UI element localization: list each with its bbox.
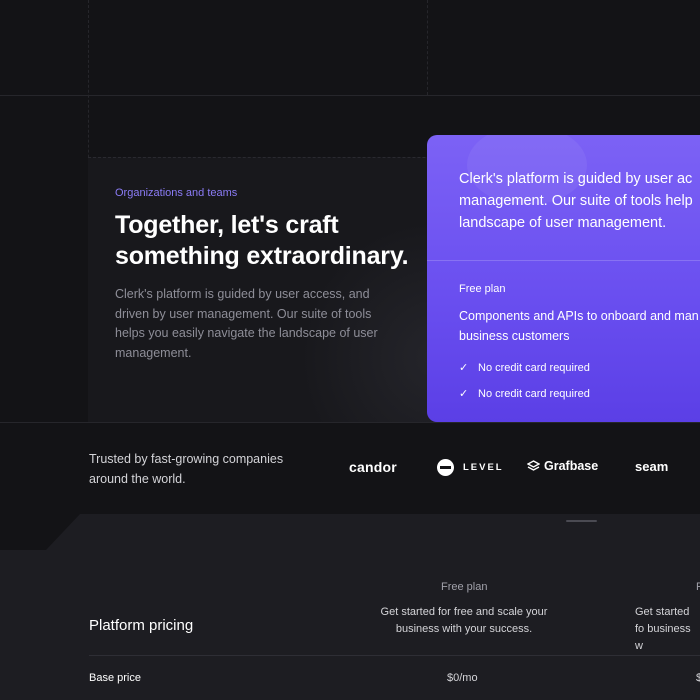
level-logo: LEVEL bbox=[437, 459, 504, 476]
grid-line bbox=[0, 422, 700, 423]
feature-card-description-line: business customers bbox=[459, 329, 570, 343]
feature-card-plan-label: Free plan bbox=[459, 283, 506, 295]
pricing-row-value: $0/mo bbox=[447, 672, 478, 684]
pricing-row-label: Base price bbox=[89, 672, 141, 684]
feature-card-quote: Clerk's platform is guided by user ac ma… bbox=[459, 168, 700, 234]
feature-check-label: No credit card required bbox=[478, 361, 590, 374]
level-logo-text: LEVEL bbox=[463, 462, 504, 473]
feature-card-quote-line: Clerk's platform is guided by user ac bbox=[459, 171, 693, 187]
grafbase-mark-icon bbox=[527, 459, 540, 471]
seam-logo: seam bbox=[635, 459, 669, 474]
grid-line bbox=[0, 95, 700, 96]
pricing-column-description: Get started fo business w bbox=[635, 606, 691, 652]
feature-card-quote-line: landscape of user management. bbox=[459, 215, 667, 231]
level-mark-icon bbox=[437, 459, 454, 476]
feature-card-description-line: Components and APIs to onboard and man bbox=[459, 309, 699, 323]
grafbase-logo: Grafbase bbox=[527, 459, 598, 473]
feature-check-item: ✓ No credit card required bbox=[459, 387, 590, 401]
pricing-column-heading: P bbox=[696, 581, 700, 593]
grid-line bbox=[427, 0, 428, 95]
feature-card-description: Components and APIs to onboard and man b… bbox=[459, 306, 700, 346]
section-eyebrow: Organizations and teams bbox=[115, 187, 238, 199]
feature-card-quote-line: management. Our suite of tools help bbox=[459, 193, 693, 209]
grafbase-logo-text: Grafbase bbox=[544, 459, 599, 473]
feature-check-item: ✓ No credit card required bbox=[459, 361, 590, 375]
pricing-column-description: Get started for free and scale your busi… bbox=[380, 606, 548, 635]
pricing-title: Platform pricing bbox=[89, 617, 194, 634]
trusted-by-text: Trusted by fast-growing companies around… bbox=[89, 452, 284, 486]
pricing-row-value: $ bbox=[696, 672, 700, 684]
pricing-column-heading: Free plan bbox=[441, 581, 488, 593]
feature-card: Clerk's platform is guided by user ac ma… bbox=[427, 135, 700, 422]
checkmark-icon: ✓ bbox=[459, 362, 469, 374]
candor-logo: candor bbox=[349, 459, 397, 475]
hero-title: Together, let's craft something extraord… bbox=[115, 211, 409, 270]
feature-card-divider bbox=[427, 260, 700, 261]
feature-check-label: No credit card required bbox=[478, 387, 590, 400]
pricing-divider bbox=[89, 655, 700, 656]
pricing-tab-indicator bbox=[566, 520, 597, 522]
checkmark-icon: ✓ bbox=[459, 388, 469, 400]
hero-description: Clerk's platform is guided by user acces… bbox=[115, 287, 378, 360]
